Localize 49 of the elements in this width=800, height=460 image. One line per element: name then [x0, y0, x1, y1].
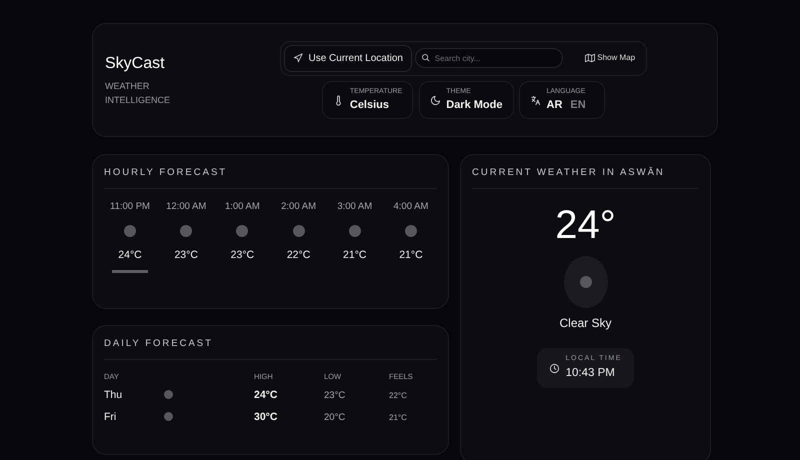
weather-icon: [164, 412, 173, 421]
search-field[interactable]: Search city...: [414, 48, 563, 68]
feels-temperature: 22°C: [389, 390, 408, 402]
hour-temperature: 24°C: [118, 248, 142, 263]
hour-temperature: 23°C: [230, 248, 254, 263]
weather-icon: [348, 225, 361, 237]
high-temperature: 30°C: [254, 410, 278, 426]
feels-temperature: 21°C: [389, 412, 408, 424]
panel-title: DAILY FORECAST: [104, 337, 437, 360]
setting-value: Celsius: [350, 98, 390, 114]
day-name: Thu: [104, 388, 124, 404]
moon-icon: [430, 94, 441, 106]
show-map-button[interactable]: Show Map: [576, 48, 644, 68]
low-temperature: 20°C: [324, 411, 346, 426]
hour-time: 2:00 AM: [281, 200, 316, 214]
language-option[interactable]: EN: [570, 97, 594, 114]
location-button[interactable]: Use Current Location: [284, 44, 412, 72]
weather-icon: [180, 225, 192, 237]
hour-time: 1:00 AM: [224, 200, 260, 214]
hour-time: 3:00 AM: [337, 200, 372, 214]
day-name: Fri: [104, 410, 118, 426]
weather-icon: [164, 390, 173, 399]
search-icon: [420, 53, 430, 62]
local-time: 10:43 PM: [566, 366, 616, 381]
panel-title: HOURLY FORECAST: [104, 166, 437, 189]
clock-icon: [549, 362, 560, 374]
hour-temperature: 21°C: [399, 248, 423, 263]
map-icon: [584, 53, 594, 64]
brand-tagline: WEATHER INTELLIGENCE: [105, 80, 172, 108]
setting-value: Dark Mode: [446, 98, 502, 114]
weather-icon: [236, 225, 248, 237]
weather-condition: Clear Sky: [559, 314, 612, 332]
high-temperature: 24°C: [254, 388, 278, 404]
hour-time: 4:00 AM: [394, 200, 428, 214]
translate-icon: [530, 94, 541, 106]
low-temperature: 23°C: [324, 389, 346, 404]
hour-time: 11:00 PM: [110, 200, 150, 214]
panel-title: CURRENT WEATHER IN ASWĀN: [472, 166, 699, 189]
hour-time: 12:00 AM: [166, 200, 206, 214]
navigation-arrow-icon: [293, 53, 303, 64]
brand-name: SkyCast: [105, 54, 166, 74]
weather-icon: [292, 225, 305, 237]
hour-temperature: 22°C: [286, 248, 310, 263]
hour-temperature: 21°C: [343, 248, 366, 263]
hour-temperature: 23°C: [174, 248, 198, 263]
weather-icon: [404, 225, 417, 237]
current-temperature: 24°: [555, 205, 616, 246]
weather-icon: [124, 225, 136, 237]
language-option[interactable]: AR: [546, 97, 570, 114]
